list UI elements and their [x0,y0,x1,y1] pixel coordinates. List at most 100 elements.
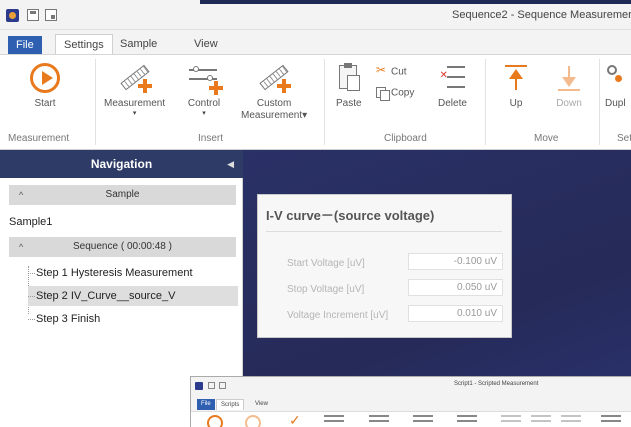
custom-label-line2: Measurement [241,110,303,121]
group-label-measurement: Measurement [8,133,70,144]
sliders-icon [187,63,223,95]
step-item[interactable]: Step 1 Hysteresis Measurement [28,263,238,283]
tab-sample[interactable]: Sample [112,34,165,54]
list-icon[interactable] [457,415,477,425]
sample-section-header[interactable]: ^ Sample [9,185,236,205]
list-icon[interactable] [369,415,389,425]
step-item-selected[interactable]: Step 2 IV_Curve__source_V [28,286,238,306]
tab-view[interactable]: View [186,34,226,54]
tab-settings[interactable]: Settings [55,34,113,54]
title-bar-accent [200,0,631,4]
delete-button[interactable]: ✕ Delete [438,63,467,110]
list-icon[interactable] [561,415,581,425]
title-bar: Sequence2 - Sequence Measuremer [0,0,631,30]
voltage-increment-label: Voltage Increment [uV] [287,310,389,321]
move-up-button[interactable]: Up [503,63,529,110]
start-label: Start [34,98,56,109]
duplicate-icon [605,63,625,93]
list-icon[interactable] [501,415,521,425]
delete-list-icon: ✕ [439,63,466,93]
arrow-down-icon [556,63,582,93]
voltage-increment-input[interactable]: 0.010 uV [408,305,503,322]
custom-ruler-icon [257,63,292,93]
window-title: Sequence2 - Sequence Measuremer [452,9,631,21]
cut-label: Cut [391,66,407,78]
card-title: I-V curve－(source voltage) [266,208,435,223]
scissors-icon [376,63,388,78]
group-divider [95,59,96,145]
dropdown-arrow-icon: ▾ [132,110,137,117]
move-down-button[interactable]: Down [556,63,582,110]
cut-button[interactable]: Cut [376,63,407,78]
list-icon[interactable] [324,415,344,425]
group-divider [324,59,325,145]
chevron-up-icon: ^ [19,242,24,252]
script-save-icon[interactable] [208,382,215,389]
script-tab-file[interactable]: File [197,399,215,410]
ruler-add-icon [118,63,152,93]
navigation-title: Navigation [90,157,153,171]
arrow-up-icon [503,63,529,93]
group-label-clipboard: Clipboard [384,133,427,144]
clipboard-paste-icon [337,63,361,93]
up-label: Up [509,98,523,109]
control-label: Control [187,98,221,109]
delete-label: Delete [438,98,467,109]
collapse-left-icon[interactable]: ◀ [227,150,234,178]
script-tab-view[interactable]: View [251,399,272,410]
measurement-button[interactable]: Measurement ▾ [104,63,165,118]
dropdown-arrow-icon: ▾ [202,110,206,117]
duplicate-label: Dupl [605,98,626,109]
script-window[interactable]: Script1 - Scripted Measurement File Scri… [190,376,631,427]
start-voltage-input[interactable]: -0.100 uV [408,253,503,270]
ribbon: Start Measurement ▾ Control ▾ Custom Mea… [0,54,631,150]
list-icon[interactable] [413,415,433,425]
stop-voltage-label: Stop Voltage [uV] [287,284,365,295]
tab-file[interactable]: File [8,36,42,54]
script-window-title: Script1 - Scripted Measurement [454,381,539,387]
copy-label: Copy [391,87,415,99]
script-start-icon[interactable] [207,415,223,427]
group-divider [485,59,486,145]
save-as-icon[interactable] [45,9,57,21]
custom-label-line1: Custom [256,98,292,109]
script-tab-scripts[interactable]: Scripts [216,399,245,410]
step-settings-card: I-V curve－(source voltage) Start Voltage… [257,194,512,338]
sequence-section-label: Sequence ( 00:00:48 ) [73,241,172,252]
list-icon[interactable] [531,415,551,425]
stop-voltage-input[interactable]: 0.050 uV [408,279,503,296]
step-item[interactable]: Step 3 Finish [28,309,238,329]
down-label: Down [556,98,582,109]
script-ribbon: ✓ [191,411,631,427]
list-icon[interactable] [601,415,621,425]
custom-measurement-button[interactable]: Custom Measurement▾ [241,63,307,122]
copy-button[interactable]: Copy [376,87,415,101]
dropdown-arrow-icon: ▾ [302,110,308,121]
measurement-label: Measurement [104,98,166,109]
chevron-up-icon: ^ [19,190,24,200]
ribbon-tabs: File Settings Sample View [0,30,631,54]
copy-icon [376,87,390,101]
duplicate-button[interactable]: Dupl [605,63,626,110]
start-voltage-label: Start Voltage [uV] [287,258,365,269]
card-divider [266,231,502,232]
save-icon[interactable] [27,9,39,21]
start-button[interactable]: Start [30,63,60,110]
group-label-insert: Insert [198,133,224,144]
script-ribbon-tabs: File Scripts View [191,399,631,411]
script-app-icon [195,382,203,390]
sample-section-label: Sample [105,189,140,200]
play-icon [30,63,60,93]
paste-label: Paste [336,98,362,109]
group-label-partial: Set [617,133,631,144]
sample-item[interactable]: Sample1 [9,216,52,228]
script-save-as-icon[interactable] [219,382,226,389]
app-icon [6,9,19,22]
sequence-section-header[interactable]: ^ Sequence ( 00:00:48 ) [9,237,236,257]
script-stop-icon[interactable] [245,415,261,427]
paste-button[interactable]: Paste [336,63,362,110]
checkmark-icon[interactable]: ✓ [289,412,301,427]
group-divider [599,59,600,145]
control-button[interactable]: Control ▾ [187,63,223,118]
navigation-header: Navigation ◀ [0,150,243,178]
